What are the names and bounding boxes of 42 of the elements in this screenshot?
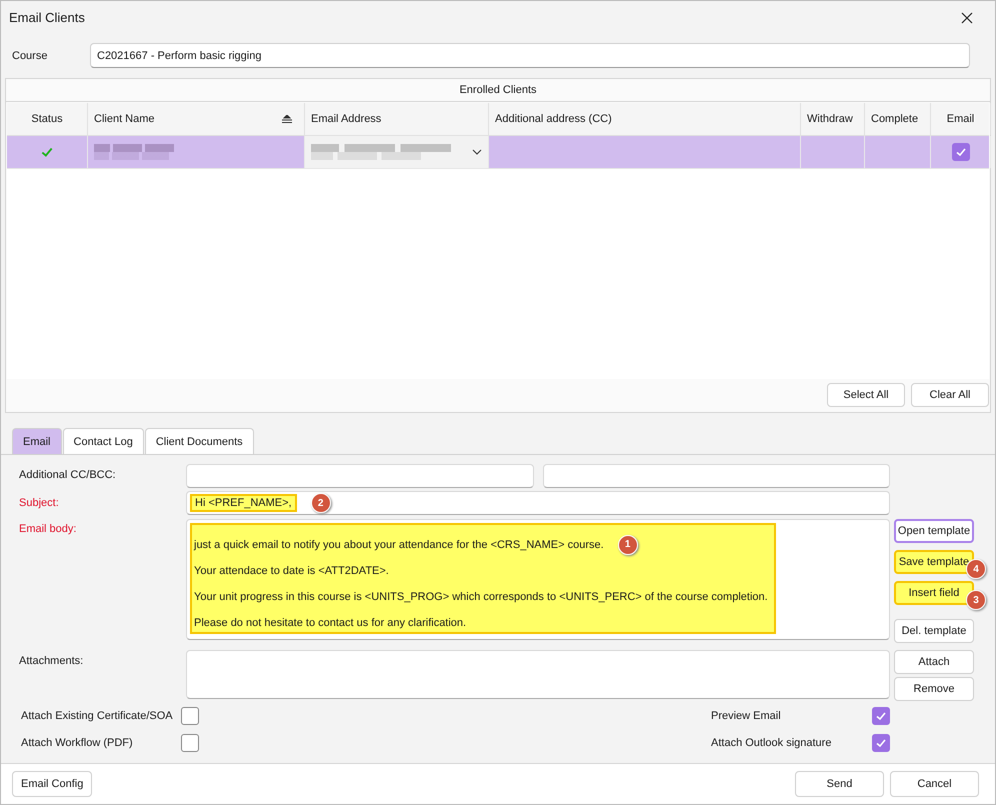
- callout-badge: 2: [310, 493, 331, 513]
- cc-label: Additional CC/BCC:: [19, 469, 116, 481]
- option-label: Attach Outlook signature: [711, 737, 832, 749]
- email-body-label: Email body:: [19, 523, 76, 535]
- callout-badge: 3: [966, 590, 986, 610]
- body-text-line: just a quick email to notify you about your attendance for the <CRS_NAME> course.: [194, 538, 604, 550]
- cancel-button[interactable]: Cancel: [890, 771, 979, 797]
- column-header[interactable]: Status: [7, 103, 88, 135]
- course-field[interactable]: C2021667 - Perform basic rigging: [90, 43, 970, 68]
- template-button[interactable]: Del. template: [894, 619, 974, 643]
- column-header[interactable]: Withdraw: [801, 103, 865, 135]
- window-title: Email Clients: [9, 10, 85, 25]
- attachments-label: Attachments:: [19, 655, 84, 667]
- panel-title: Enrolled Clients: [459, 84, 537, 96]
- option-label: Attach Workflow (PDF): [21, 737, 134, 749]
- tab[interactable]: Contact Log: [62, 428, 144, 454]
- option-label: Attach Existing Certificate/SOA: [21, 710, 174, 722]
- column-header[interactable]: Additional address (CC): [489, 103, 801, 135]
- template-button[interactable]: Open template: [894, 519, 974, 543]
- column-header[interactable]: Complete: [865, 103, 931, 135]
- attach-button[interactable]: Attach: [894, 650, 974, 674]
- callout-badge: 1: [618, 534, 638, 554]
- template-button[interactable]: Save template: [894, 550, 974, 574]
- clear-all-button[interactable]: Clear All: [911, 383, 989, 407]
- send-button[interactable]: Send: [795, 771, 884, 797]
- tab[interactable]: Client Documents: [144, 428, 254, 454]
- body-text-line: Your attendace to date is <ATT2DATE>.: [194, 564, 389, 576]
- subject-label: Subject:: [19, 497, 59, 509]
- course-label: Course: [12, 50, 48, 62]
- body-text-line: Your unit progress in this course is <UNITS_PROG> which corresponds to <UNITS_PERC> of the course completion.: [194, 590, 768, 602]
- select-all-button[interactable]: Select All: [827, 383, 905, 407]
- email-config-button[interactable]: Email Config: [12, 771, 92, 797]
- subject-text: Hi <PREF_NAME>,: [190, 494, 297, 512]
- option-label: Preview Email: [711, 710, 782, 722]
- column-header[interactable]: Email Address: [305, 103, 489, 135]
- subject-field[interactable]: Hi <PREF_NAME>, 2: [186, 491, 890, 515]
- tab[interactable]: Email: [12, 428, 62, 454]
- column-header[interactable]: Client Name: [88, 103, 305, 135]
- template-button[interactable]: Insert field: [894, 581, 974, 605]
- body-text-line: Please do not hesitate to contact us for any clarification.: [194, 616, 466, 628]
- remove-button[interactable]: Remove: [894, 677, 974, 701]
- column-header[interactable]: Email: [931, 103, 991, 135]
